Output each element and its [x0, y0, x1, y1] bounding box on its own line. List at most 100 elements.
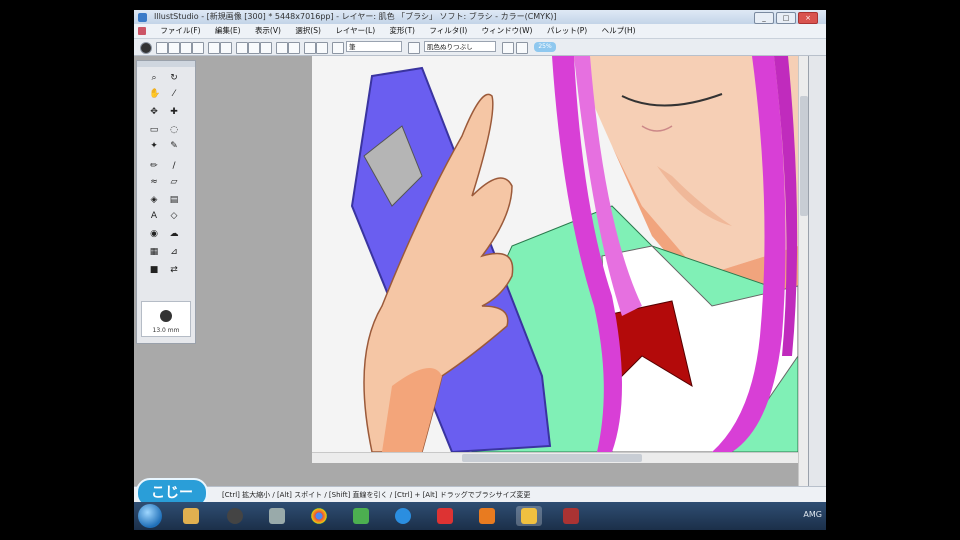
taskbar-explorer[interactable] — [178, 506, 204, 526]
menu-window[interactable]: ウィンドウ(W) — [476, 24, 539, 38]
title-bar: IllustStudio - [新規画像 [300] * 5448x7016pp… — [134, 10, 826, 24]
menu-filter[interactable]: フィルタ(I) — [423, 24, 473, 38]
undo-icon[interactable] — [208, 42, 220, 54]
brush-size-preview[interactable]: 13.0 mm — [141, 301, 191, 337]
pen-icon[interactable]: ✎ — [169, 141, 179, 151]
eraser-icon[interactable]: ▱ — [169, 177, 179, 187]
taskbar-chrome[interactable] — [306, 506, 332, 526]
horizontal-scroll-thumb[interactable] — [462, 454, 642, 462]
flip-icon[interactable] — [276, 42, 288, 54]
horizontal-scrollbar[interactable] — [312, 452, 798, 463]
artwork-illustration — [312, 56, 798, 452]
move-icon[interactable]: ✥ — [149, 107, 159, 117]
app-icon — [269, 508, 285, 524]
marquee-icon[interactable]: ▭ — [149, 125, 159, 135]
zoom-out-icon[interactable] — [316, 42, 328, 54]
ruler-tool-icon[interactable]: ⊿ — [169, 247, 179, 257]
pencil-icon[interactable]: ✏ — [149, 161, 159, 171]
select-icon[interactable]: ✚ — [169, 107, 179, 117]
print-icon[interactable] — [192, 42, 204, 54]
menu-file[interactable]: ファイル(F) — [154, 24, 206, 38]
app-menu-icon[interactable] — [138, 27, 146, 35]
save-icon[interactable] — [180, 42, 192, 54]
layer-select[interactable]: 肌色ぬりつぶし — [424, 41, 496, 52]
taskbar-store[interactable] — [348, 506, 374, 526]
color-icon[interactable]: ■ — [149, 265, 159, 275]
tool-palette-header[interactable] — [137, 61, 195, 67]
brush-icon[interactable]: / — [169, 161, 179, 171]
start-button-icon[interactable] — [138, 504, 162, 528]
grid-icon[interactable] — [502, 42, 514, 54]
folder-icon — [183, 508, 199, 524]
layer-settings-icon[interactable] — [408, 42, 420, 54]
menu-edit[interactable]: 編集(E) — [209, 24, 247, 38]
player-icon — [479, 508, 495, 524]
capture-icon — [563, 508, 579, 524]
minimize-button[interactable]: _ — [754, 12, 774, 24]
layer-icon[interactable]: ▦ — [149, 247, 159, 257]
gradient-icon[interactable]: ▤ — [169, 195, 179, 205]
cut-icon[interactable] — [236, 42, 248, 54]
rotate-icon[interactable]: ↻ — [169, 73, 179, 83]
open-file-icon[interactable] — [168, 42, 180, 54]
redo-icon[interactable] — [220, 42, 232, 54]
menu-bar: ファイル(F) 編集(E) 表示(V) 選択(S) レイヤー(L) 変形(T) … — [134, 24, 826, 39]
zoom-icon[interactable]: ⌕ — [149, 73, 159, 83]
taskbar-pin[interactable] — [432, 506, 458, 526]
lasso-icon[interactable]: ◌ — [169, 125, 179, 135]
status-bar: [Ctrl] 拡大縮小 / [Alt] スポイト / [Shift] 直線を引く… — [134, 486, 826, 503]
record-icon[interactable] — [140, 42, 152, 54]
taskbar-player[interactable] — [474, 506, 500, 526]
eyedropper-icon[interactable]: ⁄ — [169, 89, 179, 99]
taskbar-capture[interactable] — [558, 506, 584, 526]
status-hint: [Ctrl] 拡大縮小 / [Alt] スポイト / [Shift] 直線を引く… — [222, 491, 531, 499]
pin-icon — [437, 508, 453, 524]
menu-palette[interactable]: パレット(P) — [541, 24, 593, 38]
ie-icon — [395, 508, 411, 524]
menu-select[interactable]: 選択(S) — [289, 24, 327, 38]
maximize-button[interactable]: □ — [776, 12, 796, 24]
vertical-scroll-thumb[interactable] — [800, 96, 808, 216]
right-palette-dock[interactable] — [808, 56, 826, 506]
drawing-canvas[interactable] — [312, 56, 798, 452]
menu-view[interactable]: 表示(V) — [249, 24, 287, 38]
copy-icon[interactable] — [248, 42, 260, 54]
rotate-canvas-icon[interactable] — [288, 42, 300, 54]
paste-icon[interactable] — [260, 42, 272, 54]
fill-icon[interactable]: ◈ — [149, 195, 159, 205]
taskbar-ie[interactable] — [390, 506, 416, 526]
smudge-icon[interactable]: ☁ — [169, 229, 179, 239]
airbrush-icon[interactable]: ≈ — [149, 177, 159, 187]
brush-dot-icon — [160, 310, 172, 322]
taskbar-media[interactable] — [222, 506, 248, 526]
chrome-icon — [311, 508, 327, 524]
ruler-icon[interactable] — [516, 42, 528, 54]
swap-color-icon[interactable]: ⇄ — [169, 265, 179, 275]
menu-transform[interactable]: 変形(T) — [384, 24, 421, 38]
blur-icon[interactable]: ◉ — [149, 229, 159, 239]
app-window: IllustStudio - [新規画像 [300] * 5448x7016pp… — [134, 10, 826, 530]
windows-taskbar: AMG — [134, 502, 826, 530]
app-icon — [138, 13, 147, 22]
shape-icon[interactable]: ◇ — [169, 211, 179, 221]
new-file-icon[interactable] — [156, 42, 168, 54]
taskbar-clock[interactable]: AMG — [803, 510, 822, 519]
taskbar-app[interactable] — [264, 506, 290, 526]
brush-size-value: 13.0 mm — [152, 327, 180, 334]
menu-help[interactable]: ヘルプ(H) — [596, 24, 642, 38]
brush-tool-icon[interactable] — [332, 42, 344, 54]
window-title: IllustStudio - [新規画像 [300] * 5448x7016pp… — [154, 12, 557, 21]
text-icon[interactable]: A — [149, 211, 159, 221]
illuststudio-icon — [521, 508, 537, 524]
menu-layer[interactable]: レイヤー(L) — [329, 24, 381, 38]
media-player-icon — [227, 508, 243, 524]
taskbar-illuststudio[interactable] — [516, 506, 542, 526]
zoom-badge[interactable]: 25% — [534, 42, 556, 52]
wand-icon[interactable]: ✦ — [149, 141, 159, 151]
hand-icon[interactable]: ✋ — [149, 89, 160, 99]
store-icon — [353, 508, 369, 524]
zoom-in-icon[interactable] — [304, 42, 316, 54]
tool-palette: ⌕ ↻ ✋ ⁄ ✥ ✚ ▭ ◌ ✦ ✎ ✏ / ≈ ▱ ◈ ▤ A ◇ ◉ ☁ … — [136, 60, 196, 344]
brush-select[interactable]: 筆 — [346, 41, 402, 52]
close-button[interactable]: × — [798, 12, 818, 24]
